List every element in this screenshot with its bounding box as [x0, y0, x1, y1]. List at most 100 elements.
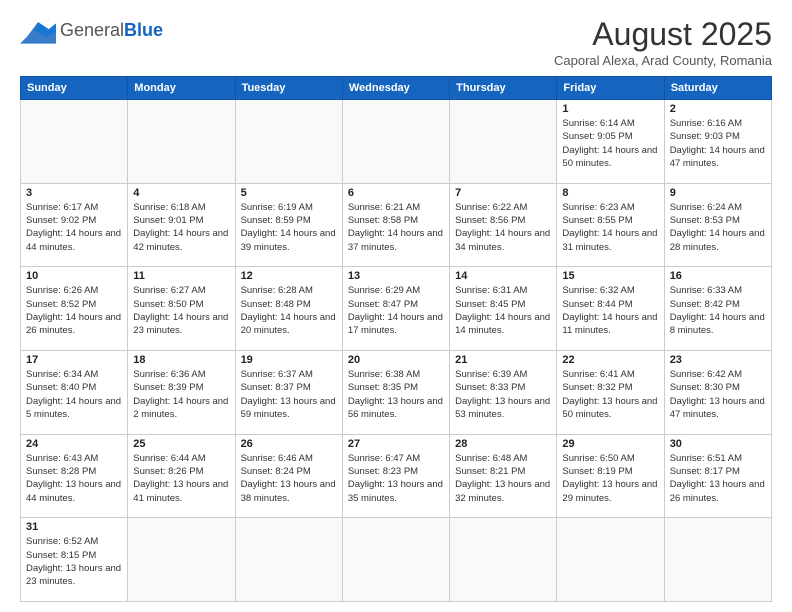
calendar-cell: 2 Sunrise: 6:16 AM Sunset: 9:03 PM Daylig… [664, 100, 771, 184]
calendar-cell: 3Sunrise: 6:17 AM Sunset: 9:02 PM Daylig… [21, 183, 128, 267]
calendar-cell: 5 Sunrise: 6:19 AM Sunset: 8:59 PM Daylig… [235, 183, 342, 267]
day-header-friday: Friday [557, 77, 664, 100]
calendar-cell: 8Sunrise: 6:23 AM Sunset: 8:55 PM Daylig… [557, 183, 664, 267]
calendar-cell: 21Sunrise: 6:39 AM Sunset: 8:33 PM Dayli… [450, 350, 557, 434]
day-info: Sunrise: 6:29 AM Sunset: 8:47 PM Dayligh… [348, 284, 444, 337]
day-header-row: SundayMondayTuesdayWednesdayThursdayFrid… [21, 77, 772, 100]
month-title: August 2025 [554, 16, 772, 53]
day-number: 23 [670, 354, 766, 366]
day-info: Sunrise: 6:50 AM Sunset: 8:19 PM Dayligh… [562, 452, 658, 505]
day-info: Sunrise: 6:37 AM Sunset: 8:37 PM Dayligh… [241, 368, 337, 421]
day-number: 17 [26, 354, 122, 366]
day-number: 7 [455, 187, 551, 199]
calendar-cell [21, 100, 128, 184]
calendar-cell: 14 Sunrise: 6:31 AM Sunset: 8:45 PM Dayli… [450, 267, 557, 351]
day-info: Sunrise: 6:52 AM Sunset: 8:15 PM Dayligh… [26, 535, 122, 588]
day-number: 5 [241, 187, 337, 199]
calendar-cell [557, 518, 664, 602]
calendar-cell: 7Sunrise: 6:22 AM Sunset: 8:56 PM Daylig… [450, 183, 557, 267]
day-number: 8 [562, 187, 658, 199]
day-info: Sunrise: 6:16 AM Sunset: 9:03 PM Dayligh… [670, 117, 766, 170]
calendar-cell: 16Sunrise: 6:33 AM Sunset: 8:42 PM Dayli… [664, 267, 771, 351]
day-number: 25 [133, 438, 229, 450]
calendar-body: 1 Sunrise: 6:14 AM Sunset: 9:05 PM Daylig… [21, 100, 772, 602]
day-number: 15 [562, 270, 658, 282]
calendar-week-5: 24Sunrise: 6:43 AM Sunset: 8:28 PM Dayli… [21, 434, 772, 518]
calendar-cell: 17 Sunrise: 6:34 AM Sunset: 8:40 PM Dayli… [21, 350, 128, 434]
day-number: 13 [348, 270, 444, 282]
day-info: Sunrise: 6:36 AM Sunset: 8:39 PM Dayligh… [133, 368, 229, 421]
calendar-cell: 27 Sunrise: 6:47 AM Sunset: 8:23 PM Dayli… [342, 434, 449, 518]
calendar-cell [235, 100, 342, 184]
calendar-cell: 12Sunrise: 6:28 AM Sunset: 8:48 PM Dayli… [235, 267, 342, 351]
day-info: Sunrise: 6:46 AM Sunset: 8:24 PM Dayligh… [241, 452, 337, 505]
day-info: Sunrise: 6:39 AM Sunset: 8:33 PM Dayligh… [455, 368, 551, 421]
calendar-week-2: 3Sunrise: 6:17 AM Sunset: 9:02 PM Daylig… [21, 183, 772, 267]
calendar-cell: 18Sunrise: 6:36 AM Sunset: 8:39 PM Dayli… [128, 350, 235, 434]
calendar-cell [664, 518, 771, 602]
day-info: Sunrise: 6:26 AM Sunset: 8:52 PM Dayligh… [26, 284, 122, 337]
day-info: Sunrise: 6:19 AM Sunset: 8:59 PM Dayligh… [241, 201, 337, 254]
title-block: August 2025 Caporal Alexa, Arad County, … [554, 16, 772, 68]
day-info: Sunrise: 6:31 AM Sunset: 8:45 PM Dayligh… [455, 284, 551, 337]
logo-blue: Blue [124, 20, 163, 40]
day-info: Sunrise: 6:32 AM Sunset: 8:44 PM Dayligh… [562, 284, 658, 337]
calendar-cell: 25Sunrise: 6:44 AM Sunset: 8:26 PM Dayli… [128, 434, 235, 518]
day-number: 30 [670, 438, 766, 450]
day-info: Sunrise: 6:27 AM Sunset: 8:50 PM Dayligh… [133, 284, 229, 337]
calendar-cell: 23 Sunrise: 6:42 AM Sunset: 8:30 PM Dayli… [664, 350, 771, 434]
day-info: Sunrise: 6:34 AM Sunset: 8:40 PM Dayligh… [26, 368, 122, 421]
header: GeneralBlue August 2025 Caporal Alexa, A… [20, 16, 772, 68]
day-number: 9 [670, 187, 766, 199]
calendar-cell: 24Sunrise: 6:43 AM Sunset: 8:28 PM Dayli… [21, 434, 128, 518]
day-info: Sunrise: 6:14 AM Sunset: 9:05 PM Dayligh… [562, 117, 658, 170]
day-info: Sunrise: 6:21 AM Sunset: 8:58 PM Dayligh… [348, 201, 444, 254]
calendar-cell [450, 100, 557, 184]
day-number: 29 [562, 438, 658, 450]
calendar-cell: 15 Sunrise: 6:32 AM Sunset: 8:44 PM Dayli… [557, 267, 664, 351]
calendar-cell: 11 Sunrise: 6:27 AM Sunset: 8:50 PM Dayli… [128, 267, 235, 351]
calendar-cell [450, 518, 557, 602]
page: GeneralBlue August 2025 Caporal Alexa, A… [0, 0, 792, 612]
day-number: 3 [26, 187, 122, 199]
day-number: 1 [562, 103, 658, 115]
day-info: Sunrise: 6:47 AM Sunset: 8:23 PM Dayligh… [348, 452, 444, 505]
day-number: 14 [455, 270, 551, 282]
calendar-cell: 26Sunrise: 6:46 AM Sunset: 8:24 PM Dayli… [235, 434, 342, 518]
day-header-thursday: Thursday [450, 77, 557, 100]
generalblue-logo-icon [20, 16, 56, 44]
day-number: 2 [670, 103, 766, 115]
day-number: 4 [133, 187, 229, 199]
day-number: 27 [348, 438, 444, 450]
calendar-cell [128, 100, 235, 184]
calendar-week-4: 17 Sunrise: 6:34 AM Sunset: 8:40 PM Dayli… [21, 350, 772, 434]
day-number: 11 [133, 270, 229, 282]
day-header-sunday: Sunday [21, 77, 128, 100]
calendar-cell: 4Sunrise: 6:18 AM Sunset: 9:01 PM Daylig… [128, 183, 235, 267]
calendar-header: SundayMondayTuesdayWednesdayThursdayFrid… [21, 77, 772, 100]
day-number: 24 [26, 438, 122, 450]
calendar-cell [128, 518, 235, 602]
day-info: Sunrise: 6:24 AM Sunset: 8:53 PM Dayligh… [670, 201, 766, 254]
calendar-week-3: 10Sunrise: 6:26 AM Sunset: 8:52 PM Dayli… [21, 267, 772, 351]
calendar-week-1: 1 Sunrise: 6:14 AM Sunset: 9:05 PM Daylig… [21, 100, 772, 184]
calendar-cell: 13 Sunrise: 6:29 AM Sunset: 8:47 PM Dayli… [342, 267, 449, 351]
logo-text: GeneralBlue [60, 21, 163, 39]
day-info: Sunrise: 6:28 AM Sunset: 8:48 PM Dayligh… [241, 284, 337, 337]
calendar-week-6: 31 Sunrise: 6:52 AM Sunset: 8:15 PM Dayli… [21, 518, 772, 602]
day-number: 19 [241, 354, 337, 366]
day-number: 28 [455, 438, 551, 450]
subtitle: Caporal Alexa, Arad County, Romania [554, 53, 772, 68]
calendar: SundayMondayTuesdayWednesdayThursdayFrid… [20, 76, 772, 602]
day-info: Sunrise: 6:42 AM Sunset: 8:30 PM Dayligh… [670, 368, 766, 421]
calendar-cell [235, 518, 342, 602]
calendar-cell: 6Sunrise: 6:21 AM Sunset: 8:58 PM Daylig… [342, 183, 449, 267]
calendar-cell: 1 Sunrise: 6:14 AM Sunset: 9:05 PM Daylig… [557, 100, 664, 184]
calendar-cell: 31 Sunrise: 6:52 AM Sunset: 8:15 PM Dayli… [21, 518, 128, 602]
day-info: Sunrise: 6:51 AM Sunset: 8:17 PM Dayligh… [670, 452, 766, 505]
calendar-cell: 19 Sunrise: 6:37 AM Sunset: 8:37 PM Dayli… [235, 350, 342, 434]
day-header-tuesday: Tuesday [235, 77, 342, 100]
calendar-cell [342, 518, 449, 602]
day-number: 31 [26, 521, 122, 533]
calendar-cell: 9 Sunrise: 6:24 AM Sunset: 8:53 PM Daylig… [664, 183, 771, 267]
